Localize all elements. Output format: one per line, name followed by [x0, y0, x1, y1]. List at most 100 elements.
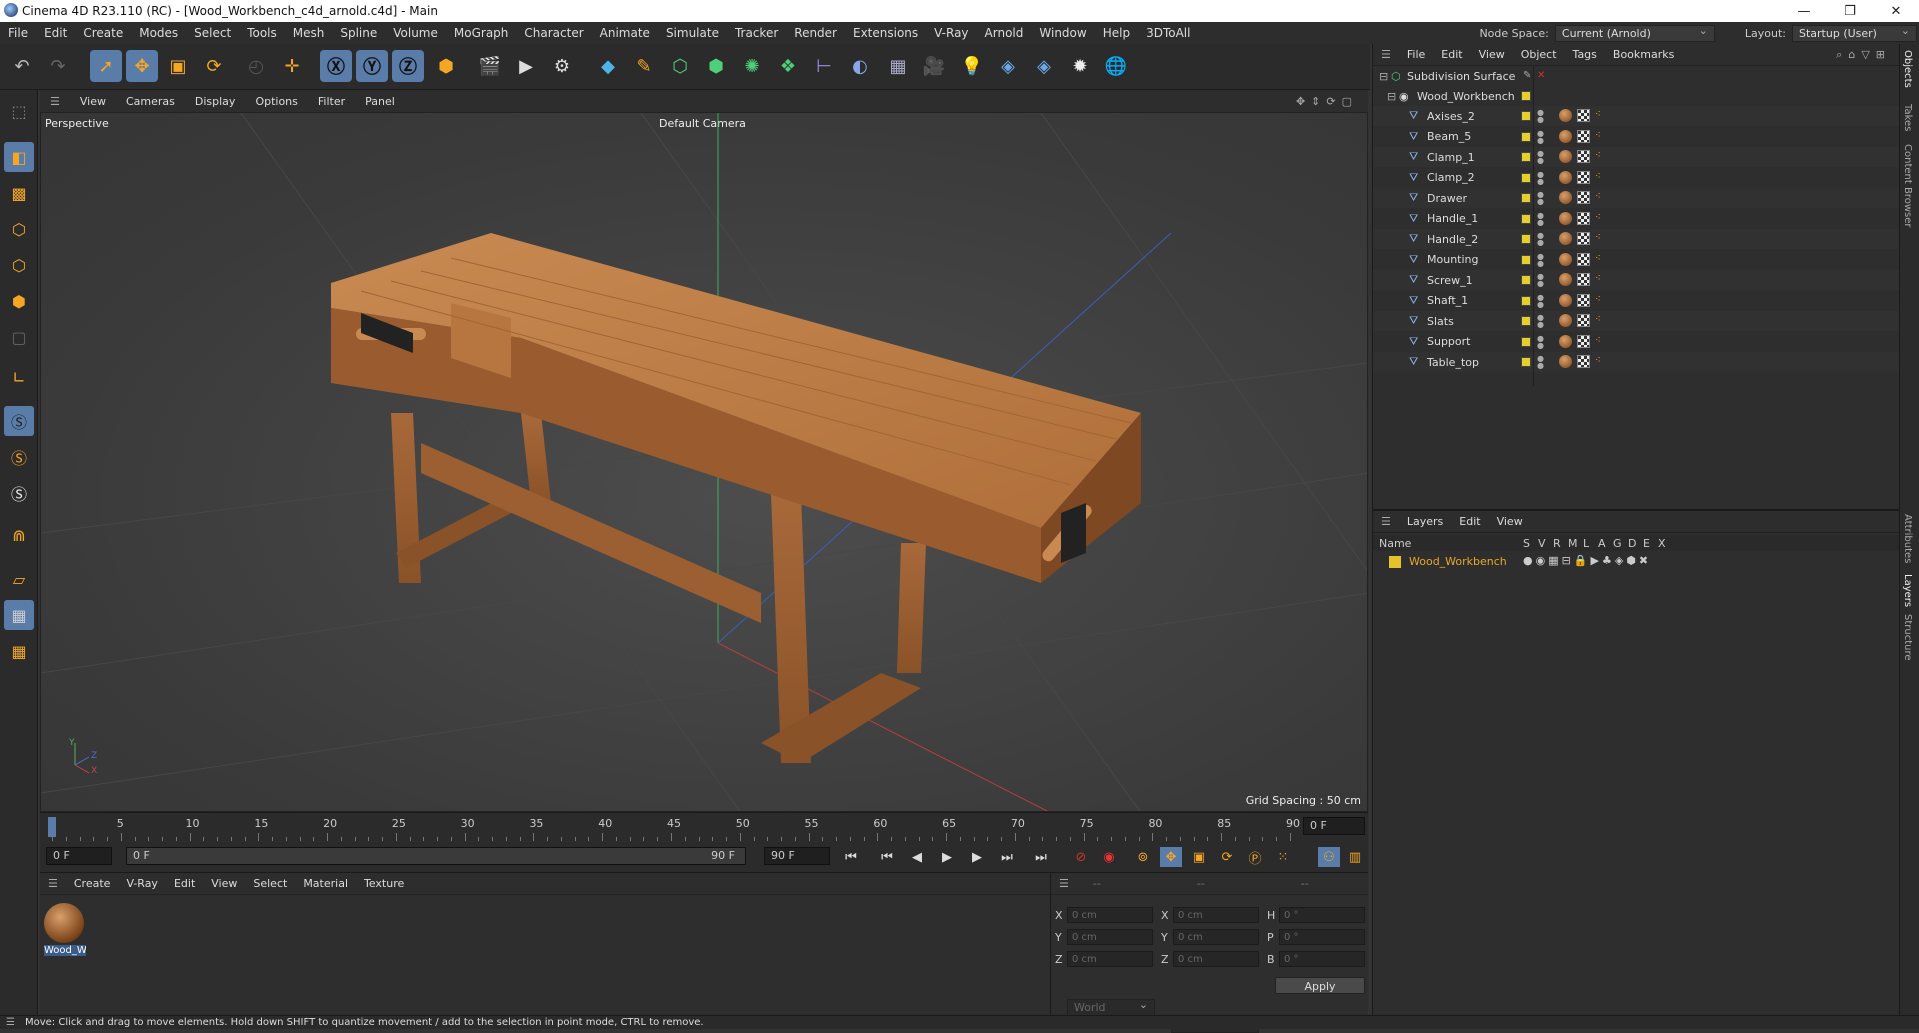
- menu-vray[interactable]: V-Ray: [926, 26, 976, 40]
- apply-button[interactable]: Apply: [1275, 977, 1365, 994]
- playhead[interactable]: [48, 817, 56, 837]
- object-row[interactable]: ⛛ Handle_1 ● ● ⁖: [1373, 208, 1900, 229]
- visibility-dots-icon[interactable]: ● ●: [1537, 293, 1544, 308]
- uvw-tag-icon[interactable]: [1577, 129, 1590, 143]
- obj-menu-object[interactable]: Object: [1513, 48, 1565, 61]
- obj-menu-tags[interactable]: Tags: [1565, 48, 1605, 61]
- menu-tools[interactable]: Tools: [239, 26, 285, 40]
- phong-tag-icon[interactable]: ⁖: [1595, 232, 1605, 243]
- go-to-end-icon[interactable]: ⏭: [1030, 847, 1052, 867]
- layer-color-dot[interactable]: [1521, 336, 1531, 347]
- menu-3dtoall[interactable]: 3DToAll: [1138, 26, 1198, 40]
- phong-tag-icon[interactable]: ⁖: [1595, 253, 1605, 264]
- mat-menu-select[interactable]: Select: [245, 877, 295, 890]
- grid-icon[interactable]: ▦: [4, 600, 34, 630]
- visibility-dots-icon[interactable]: ● ●: [1537, 109, 1544, 124]
- menu-window[interactable]: Window: [1031, 26, 1094, 40]
- root-object-flags[interactable]: ✎ ✕: [1523, 66, 1583, 86]
- phong-tag-icon[interactable]: ⁖: [1595, 109, 1605, 120]
- coords-hamburger-icon[interactable]: ☰: [1051, 877, 1077, 890]
- visibility-dots-icon[interactable]: ● ●: [1537, 211, 1544, 226]
- viewport-menu-cameras[interactable]: Cameras: [116, 95, 185, 108]
- recent-tools-icon[interactable]: ◴: [240, 50, 272, 82]
- previous-frame-icon[interactable]: ◀: [906, 847, 928, 867]
- material-tag-icon[interactable]: [1559, 293, 1572, 307]
- uvw-tag-icon[interactable]: [1577, 232, 1590, 245]
- points-mode-icon[interactable]: ⬡: [4, 214, 34, 244]
- vray-globe-icon[interactable]: 🌐: [1100, 50, 1132, 82]
- uvw-tag-icon[interactable]: [1577, 170, 1590, 184]
- rot-p-field[interactable]: 0 °: [1279, 929, 1365, 945]
- layer-color-dot[interactable]: [1521, 275, 1531, 285]
- object-manager-search-icons[interactable]: ⌕⌂▽⊞: [1836, 48, 1891, 62]
- field-icon[interactable]: ◐: [844, 50, 876, 82]
- key-selection-icon[interactable]: ⊚: [1132, 847, 1154, 867]
- tab-objects[interactable]: Objects: [1902, 50, 1913, 88]
- visibility-dots-icon[interactable]: ● ●: [1537, 232, 1544, 247]
- viewport-menu-filter[interactable]: Filter: [308, 95, 355, 108]
- size-y-field[interactable]: 0 cm: [1173, 929, 1259, 945]
- menu-character[interactable]: Character: [516, 26, 591, 40]
- object-row[interactable]: ⛛ Handle_2 ● ● ⁖: [1373, 229, 1900, 249]
- object-row[interactable]: ⛛ Clamp_2 ● ● ⁖: [1373, 167, 1900, 188]
- render-picture-viewer-icon[interactable]: ▶: [510, 50, 542, 82]
- next-keyframe-icon[interactable]: ⏭: [996, 847, 1018, 867]
- layer-menu-view[interactable]: View: [1489, 515, 1531, 528]
- object-row-group[interactable]: ⊟ ◉ Wood_Workbench: [1373, 86, 1900, 106]
- layer-color-dot[interactable]: [1521, 316, 1531, 326]
- material-tag-icon[interactable]: [1559, 170, 1572, 184]
- uvw-tag-icon[interactable]: [1577, 334, 1590, 348]
- menu-tracker[interactable]: Tracker: [727, 26, 786, 40]
- python-icon[interactable]: ◈: [992, 50, 1024, 82]
- current-frame-field[interactable]: 0 F: [1303, 817, 1365, 835]
- object-row[interactable]: ⛛ Screw_1 ● ● ⁖: [1373, 270, 1900, 290]
- subdivision-surface-icon[interactable]: ⬡: [664, 50, 696, 82]
- extrude-icon[interactable]: ⬢: [700, 50, 732, 82]
- render-view-icon[interactable]: 🎬: [474, 50, 506, 82]
- cube-object-icon[interactable]: ◆: [592, 50, 624, 82]
- restore-button[interactable]: ❐: [1827, 0, 1873, 22]
- render-settings-icon[interactable]: ⚙: [546, 50, 578, 82]
- phong-tag-icon[interactable]: ⁖: [1595, 212, 1605, 223]
- timeline-mode-icon[interactable]: ⚇: [1318, 847, 1340, 867]
- polygons-mode-icon[interactable]: ⬢: [4, 286, 34, 316]
- uvw-tag-icon[interactable]: [1577, 109, 1590, 122]
- end-frame-field[interactable]: 90 F: [764, 847, 830, 865]
- layers-hamburger-icon[interactable]: ☰: [1373, 515, 1399, 528]
- viewport-menu-display[interactable]: Display: [185, 95, 246, 108]
- layer-color-dot[interactable]: [1521, 172, 1531, 183]
- obj-menu-bookmarks[interactable]: Bookmarks: [1605, 48, 1682, 61]
- uv-mode-icon[interactable]: ▢: [4, 322, 34, 352]
- collapse-icon[interactable]: ⊟: [1379, 70, 1388, 83]
- uvw-tag-icon[interactable]: [1577, 211, 1590, 225]
- tab-takes[interactable]: Takes: [1902, 104, 1913, 131]
- texture-mode-icon[interactable]: ▩: [4, 178, 34, 208]
- y-axis-lock-icon[interactable]: Ⓨ: [356, 50, 388, 82]
- redo-icon[interactable]: ↷: [42, 50, 74, 82]
- arnold-settings-icon[interactable]: ✹: [1064, 50, 1096, 82]
- rot-b-field[interactable]: 0 °: [1279, 951, 1365, 967]
- phong-tag-icon[interactable]: ⁖: [1595, 335, 1605, 346]
- spline-pen-icon[interactable]: ✎: [628, 50, 660, 82]
- material-tag-icon[interactable]: [1559, 334, 1572, 348]
- python-tag-icon[interactable]: ◈: [1028, 50, 1060, 82]
- material-tag-icon[interactable]: [1559, 252, 1572, 266]
- object-row[interactable]: ⛛ Beam_5 ● ● ⁖: [1373, 126, 1900, 147]
- layer-menu-layers[interactable]: Layers: [1399, 515, 1451, 528]
- layer-row[interactable]: Wood_Workbench ●◉▦⊟🔒▶♣◈⬢✖: [1373, 553, 1900, 571]
- material-tag-icon[interactable]: [1559, 273, 1572, 286]
- layer-color-dot[interactable]: [1521, 234, 1531, 244]
- material-hamburger-icon[interactable]: ☰: [40, 877, 66, 890]
- visibility-dots-icon[interactable]: ● ●: [1537, 129, 1544, 144]
- visibility-dots-icon[interactable]: ● ●: [1537, 150, 1544, 165]
- uvw-tag-icon[interactable]: [1577, 252, 1590, 266]
- film-icon[interactable]: ▥: [1344, 847, 1366, 867]
- start-frame-field[interactable]: 0 F: [46, 847, 112, 865]
- move-tool-icon[interactable]: ✥: [126, 50, 158, 82]
- menu-mograph[interactable]: MoGraph: [446, 26, 517, 40]
- phong-tag-icon[interactable]: ⁖: [1595, 130, 1605, 141]
- uvw-tag-icon[interactable]: [1577, 355, 1590, 368]
- camera-icon[interactable]: 🎥: [918, 50, 950, 82]
- visibility-dots-icon[interactable]: ● ●: [1537, 252, 1544, 267]
- edges-mode-icon[interactable]: ⬡: [4, 250, 34, 280]
